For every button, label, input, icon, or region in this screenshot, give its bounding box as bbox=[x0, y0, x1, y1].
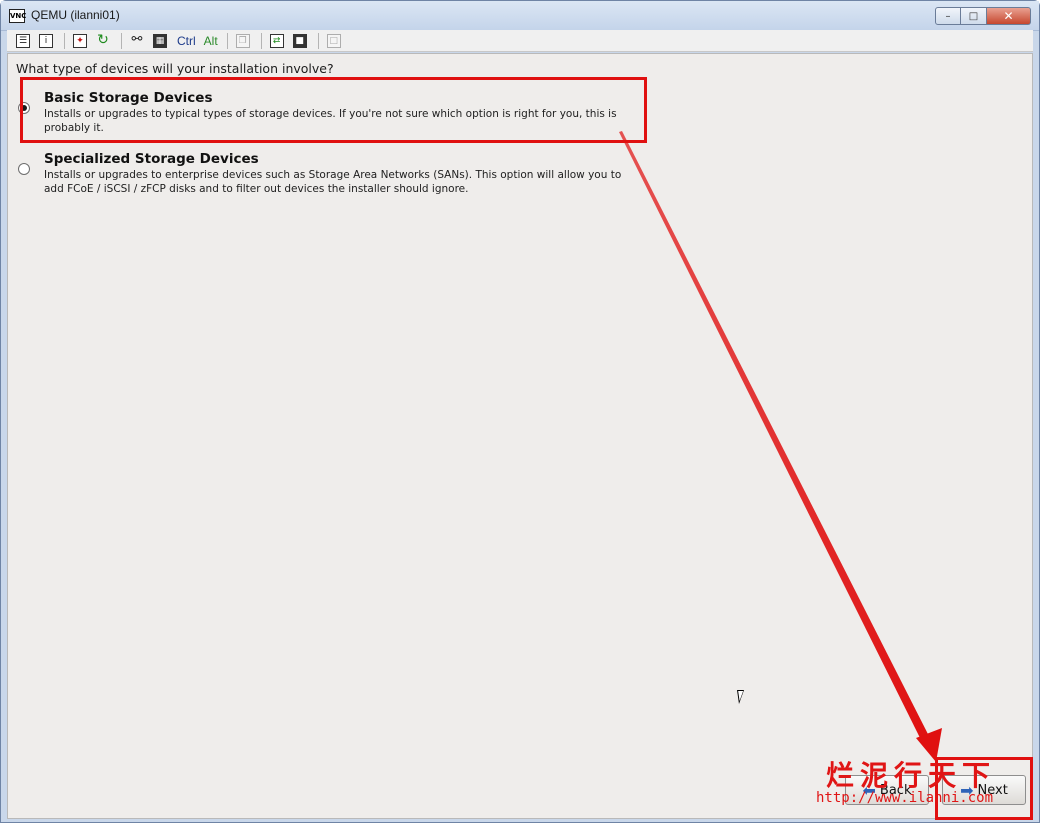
window-controls: – □ ✕ bbox=[935, 7, 1031, 25]
option-description: Installs or upgrades to typical types of… bbox=[44, 108, 617, 134]
keys-icon: ⚯ bbox=[131, 31, 143, 47]
fullscreen-icon: ✦ bbox=[73, 33, 87, 48]
title-bar[interactable]: VNC QEMU (ilanni01) – □ ✕ bbox=[1, 1, 1039, 31]
transfer-icon: ⇄ bbox=[269, 33, 284, 48]
toolbar-separator bbox=[64, 32, 65, 49]
toolbar-separator bbox=[317, 32, 319, 49]
copy-button[interactable]: ❐ bbox=[233, 32, 253, 50]
fullscreen-button[interactable]: ✦ bbox=[70, 32, 90, 50]
option-title: Specialized Storage Devices bbox=[44, 151, 259, 167]
stop-button[interactable]: □ bbox=[324, 32, 344, 50]
alt-key-button[interactable]: Alt bbox=[204, 34, 218, 48]
back-button[interactable]: ⬅ Back bbox=[845, 775, 929, 805]
maximize-button[interactable]: □ bbox=[961, 7, 987, 25]
next-button-label: Next bbox=[977, 782, 1008, 798]
toolbar-separator bbox=[260, 32, 262, 49]
maximize-icon: □ bbox=[968, 10, 979, 22]
options-icon: ☰ bbox=[16, 33, 30, 48]
arrow-right-icon: ➡ bbox=[960, 780, 974, 800]
vnc-app-icon: VNC bbox=[9, 9, 26, 23]
stop-icon: □ bbox=[326, 33, 341, 48]
radio-basic-storage[interactable] bbox=[18, 102, 30, 114]
info-icon: i bbox=[39, 33, 53, 48]
window-title: QEMU (ilanni01) bbox=[31, 8, 120, 22]
option-title: Basic Storage Devices bbox=[44, 90, 213, 106]
save-icon: ■ bbox=[292, 33, 307, 48]
ctrl-key-button[interactable]: Ctrl bbox=[177, 34, 196, 48]
save-button[interactable]: ■ bbox=[290, 32, 310, 50]
qemu-window: VNC QEMU (ilanni01) – □ ✕ ☰ i ✦ ↻ ⚯ ▦ Ct… bbox=[0, 0, 1040, 823]
ctrl-alt-del-icon: ▦ bbox=[153, 33, 167, 48]
toolbar-separator bbox=[226, 32, 228, 49]
info-button[interactable]: i bbox=[36, 32, 56, 50]
back-button-label: Back bbox=[879, 782, 912, 798]
minimize-button[interactable]: – bbox=[935, 7, 961, 25]
refresh-icon: ↻ bbox=[97, 31, 109, 48]
close-icon: ✕ bbox=[1003, 9, 1014, 23]
refresh-button[interactable]: ↻ bbox=[93, 32, 113, 50]
arrow-left-icon: ⬅ bbox=[862, 780, 876, 800]
transfer-button[interactable]: ⇄ bbox=[267, 32, 287, 50]
arrow-head bbox=[916, 728, 942, 762]
ctrl-alt-del-button[interactable]: ▦ bbox=[150, 32, 170, 50]
radio-specialized-storage[interactable] bbox=[18, 163, 30, 175]
toolbar-separator bbox=[121, 32, 122, 49]
installer-question: What type of devices will your installat… bbox=[16, 61, 334, 76]
keys-button[interactable]: ⚯ bbox=[127, 32, 147, 50]
guest-screen[interactable]: What type of devices will your installat… bbox=[7, 53, 1033, 820]
vnc-toolbar: ☰ i ✦ ↻ ⚯ ▦ Ctrl Alt ❐ ⇄ ■ □ bbox=[7, 30, 1033, 52]
close-button[interactable]: ✕ bbox=[987, 7, 1031, 25]
copy-icon: ❐ bbox=[235, 33, 250, 48]
option-description: Installs or upgrades to enterprise devic… bbox=[44, 169, 622, 195]
options-button[interactable]: ☰ bbox=[13, 32, 33, 50]
mouse-cursor bbox=[737, 690, 746, 704]
arrow-shaft bbox=[619, 131, 933, 748]
minimize-icon: – bbox=[945, 10, 951, 22]
next-button[interactable]: ➡ Next bbox=[942, 775, 1026, 805]
